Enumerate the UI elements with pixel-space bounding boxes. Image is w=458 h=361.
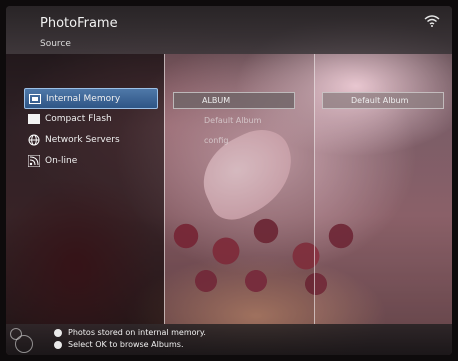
globe-icon [28,134,40,146]
help-line-1: Photos stored on internal memory. [54,328,206,337]
source-item-label: Network Servers [45,134,120,145]
navigate-icon [54,328,62,337]
source-item-online[interactable]: On-line [24,151,156,170]
source-item-network-servers[interactable]: Network Servers [24,130,156,149]
album-button[interactable]: ALBUM [173,92,295,109]
memory-icon [29,93,41,105]
title-bar: PhotoFrame Source [6,6,452,54]
album-list-item[interactable]: config [204,136,228,145]
section-label: Source [40,39,71,49]
help-bar: Photos stored on internal memory. Select… [6,324,452,355]
source-item-label: Compact Flash [45,113,112,124]
source-item-label: On-line [45,155,78,166]
ok-icon [54,340,62,349]
wifi-icon [424,15,440,27]
source-item-label: Internal Memory [46,93,121,104]
source-item-compact-flash[interactable]: Compact Flash [24,109,156,128]
rss-icon [28,154,40,167]
album-list-item[interactable]: Default Album [204,116,261,125]
card-icon [28,113,40,125]
remote-ring-icon [15,335,33,353]
app-title: PhotoFrame [40,16,118,31]
default-album-button[interactable]: Default Album [322,92,444,109]
source-item-internal-memory[interactable]: Internal Memory [24,88,158,109]
photoframe-screen: PhotoFrame Source Internal Memory Compac… [6,6,452,355]
help-line-2: Select OK to browse Albums. [54,340,184,349]
